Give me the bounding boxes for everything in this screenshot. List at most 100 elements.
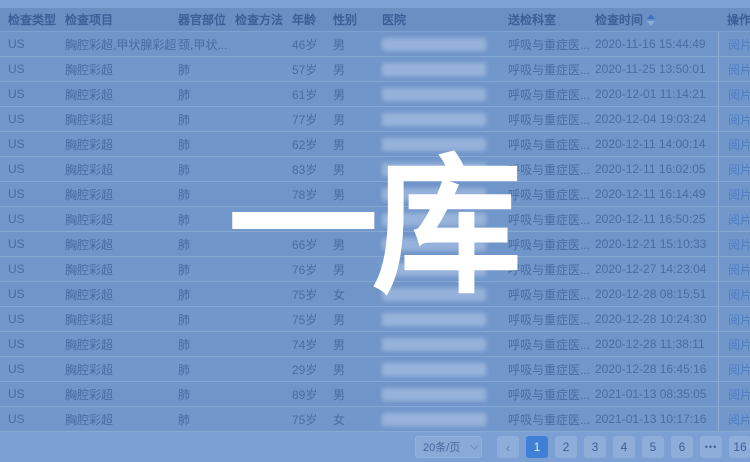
page-size-select[interactable]: 20条/页 bbox=[415, 436, 482, 458]
cell-exam-time: 2020-12-27 14:23:04 bbox=[595, 257, 718, 281]
table-row: US 胸腔彩超 肺 75岁 女 呼吸与重症医... 2021-01-13 10:… bbox=[0, 407, 750, 432]
cell-age: 89岁 bbox=[292, 382, 333, 406]
hospital-redacted-blur bbox=[382, 88, 486, 101]
cell-exam-type: US bbox=[0, 82, 65, 106]
cell-exam-item: 胸腔彩超 bbox=[65, 257, 178, 281]
cell-exam-type: US bbox=[0, 357, 65, 381]
hospital-redacted-blur bbox=[382, 238, 486, 251]
hospital-redacted-blur bbox=[382, 138, 486, 151]
view-image-link[interactable]: 阅片 bbox=[728, 236, 750, 253]
cell-method bbox=[235, 232, 292, 256]
cell-department: 呼吸与重症医... bbox=[508, 232, 595, 256]
cell-hospital bbox=[380, 407, 508, 431]
page-button-4[interactable]: 4 bbox=[613, 436, 635, 458]
view-image-link[interactable]: 阅片 bbox=[728, 111, 750, 128]
view-image-link[interactable]: 阅片 bbox=[728, 86, 750, 103]
hospital-redacted-blur bbox=[382, 313, 486, 326]
pager: ‹ 1 2 3 4 5 6 ••• 16 bbox=[497, 436, 750, 458]
view-image-link[interactable]: 阅片 bbox=[728, 186, 750, 203]
hospital-redacted-blur bbox=[382, 63, 486, 76]
cell-exam-item: 胸腔彩超 bbox=[65, 182, 178, 206]
view-image-link[interactable]: 阅片 bbox=[728, 311, 750, 328]
cell-action: 阅片 bbox=[718, 407, 750, 431]
col-header-age: 年龄 bbox=[292, 8, 333, 31]
cell-action: 阅片 bbox=[718, 307, 750, 331]
cell-organ: 肺 bbox=[178, 382, 235, 406]
page-button-5[interactable]: 5 bbox=[642, 436, 664, 458]
cell-hospital bbox=[380, 357, 508, 381]
page-button-2[interactable]: 2 bbox=[555, 436, 577, 458]
hospital-redacted-blur bbox=[382, 288, 486, 301]
more-pages-button[interactable]: ••• bbox=[700, 436, 722, 458]
page-button-16[interactable]: 16 bbox=[729, 436, 750, 458]
cell-action: 阅片 bbox=[718, 57, 750, 81]
view-image-link[interactable]: 阅片 bbox=[728, 411, 750, 428]
table-row: US 胸腔彩超 肺 74岁 男 呼吸与重症医... 2020-12-28 11:… bbox=[0, 332, 750, 357]
view-image-link[interactable]: 阅片 bbox=[728, 61, 750, 78]
view-image-link[interactable]: 阅片 bbox=[728, 286, 750, 303]
cell-hospital bbox=[380, 157, 508, 181]
col-header-action: 操作 bbox=[718, 8, 750, 31]
view-image-link[interactable]: 阅片 bbox=[728, 336, 750, 353]
view-image-link[interactable]: 阅片 bbox=[728, 161, 750, 178]
view-image-link[interactable]: 阅片 bbox=[728, 211, 750, 228]
page-button-3[interactable]: 3 bbox=[584, 436, 606, 458]
view-image-link[interactable]: 阅片 bbox=[728, 261, 750, 278]
hospital-redacted-blur bbox=[382, 38, 486, 51]
cell-exam-time: 2020-12-28 10:24:30 bbox=[595, 307, 718, 331]
cell-exam-time: 2020-11-25 13:50:01 bbox=[595, 57, 718, 81]
cell-exam-item: 胸腔彩超 bbox=[65, 82, 178, 106]
cell-hospital bbox=[380, 57, 508, 81]
view-image-link[interactable]: 阅片 bbox=[728, 36, 750, 53]
cell-action: 阅片 bbox=[718, 282, 750, 306]
col-header-exam-type: 检查类型 bbox=[0, 8, 65, 31]
exam-list-page: 检查类型 检查项目 器官部位 检查方法 年龄 性别 医院 送检科室 检查时间 操… bbox=[0, 0, 750, 462]
cell-department: 呼吸与重症医... bbox=[508, 332, 595, 356]
cell-method bbox=[235, 332, 292, 356]
cell-department: 呼吸与重症医... bbox=[508, 157, 595, 181]
cell-exam-item: 胸腔彩超 bbox=[65, 382, 178, 406]
cell-exam-time: 2020-12-11 16:14:49 bbox=[595, 182, 718, 206]
page-button-6[interactable]: 6 bbox=[671, 436, 693, 458]
cell-exam-time: 2020-12-01 11:14:21 bbox=[595, 82, 718, 106]
col-header-organ: 器官部位 bbox=[178, 8, 235, 31]
page-button-1[interactable]: 1 bbox=[526, 436, 548, 458]
cell-method bbox=[235, 132, 292, 156]
table-row: US 胸腔彩超 肺 61岁 男 呼吸与重症医... 2020-12-01 11:… bbox=[0, 82, 750, 107]
cell-gender: 男 bbox=[333, 57, 380, 81]
cell-hospital bbox=[380, 182, 508, 206]
cell-method bbox=[235, 357, 292, 381]
view-image-link[interactable]: 阅片 bbox=[728, 136, 750, 153]
cell-action: 阅片 bbox=[718, 32, 750, 56]
cell-gender: 男 bbox=[333, 107, 380, 131]
cell-hospital bbox=[380, 257, 508, 281]
cell-organ: 肺 bbox=[178, 232, 235, 256]
cell-action: 阅片 bbox=[718, 332, 750, 356]
view-image-link[interactable]: 阅片 bbox=[728, 361, 750, 378]
col-header-exam-time[interactable]: 检查时间 bbox=[595, 8, 718, 31]
cell-age: 83岁 bbox=[292, 157, 333, 181]
cell-method bbox=[235, 157, 292, 181]
cell-age: 62岁 bbox=[292, 132, 333, 156]
top-divider bbox=[0, 0, 750, 8]
view-image-link[interactable]: 阅片 bbox=[728, 386, 750, 403]
cell-exam-type: US bbox=[0, 232, 65, 256]
cell-age: 46岁 bbox=[292, 32, 333, 56]
prev-page-button[interactable]: ‹ bbox=[497, 436, 519, 458]
cell-gender: 男 bbox=[333, 332, 380, 356]
cell-department: 呼吸与重症医... bbox=[508, 32, 595, 56]
cell-age: 76岁 bbox=[292, 207, 333, 231]
cell-hospital bbox=[380, 282, 508, 306]
table-row: US 胸腔彩超 肺 77岁 男 呼吸与重症医... 2020-12-04 19:… bbox=[0, 107, 750, 132]
cell-age: 78岁 bbox=[292, 182, 333, 206]
cell-exam-time: 2020-12-21 15:10:33 bbox=[595, 232, 718, 256]
sort-caret-icon[interactable] bbox=[647, 14, 655, 26]
page-size-label: 20条/页 bbox=[423, 439, 460, 455]
cell-hospital bbox=[380, 132, 508, 156]
cell-gender: 男 bbox=[333, 32, 380, 56]
cell-exam-type: US bbox=[0, 32, 65, 56]
table-row: US 胸腔彩超 肺 75岁 女 呼吸与重症医... 2020-12-28 08:… bbox=[0, 282, 750, 307]
cell-gender: 女 bbox=[333, 207, 380, 231]
cell-exam-item: 胸腔彩超 bbox=[65, 307, 178, 331]
cell-age: 61岁 bbox=[292, 82, 333, 106]
